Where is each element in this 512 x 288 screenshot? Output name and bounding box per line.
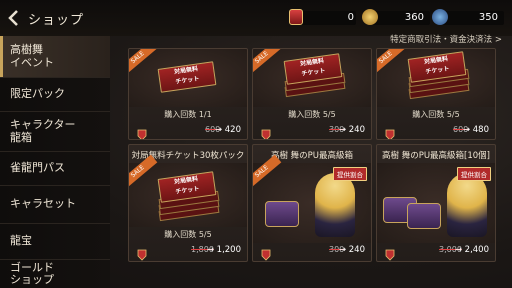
- shop-card-ticket-3[interactable]: 対局無料 チケット SALE 購入回数 5/5 600 → 480: [376, 48, 496, 140]
- shop-card-pu-box[interactable]: 高樹 舞のPU最高級箱 SALE 提供割合 300 → 240: [252, 144, 372, 262]
- card-image: 対局無料 チケット: [129, 163, 247, 227]
- purchase-count: 購入回数 5/5: [412, 110, 460, 119]
- sale-price: → 2,400: [454, 245, 489, 255]
- purchase-count: 購入回数 5/5: [164, 230, 212, 239]
- sale-price-value: 240: [348, 245, 365, 255]
- sale-price-value: 480: [472, 125, 489, 135]
- ticket-text: 対局無料 チケット: [173, 175, 200, 196]
- shop-card-pu-box-10[interactable]: 高樹 舞のPU最高級箱[10個] 提供割合 3,000 → 2,400: [376, 144, 496, 262]
- gem-icon: [261, 126, 271, 139]
- drop-rate-badge[interactable]: 提供割合: [333, 167, 367, 181]
- sidebar-item-character-box[interactable]: キャラクター 龍箱: [0, 112, 110, 152]
- chest-icon: [407, 203, 441, 229]
- currency-value-jade: 350: [478, 12, 498, 23]
- page-title: ショップ: [28, 13, 85, 28]
- ticket-text: 対局無料 チケット: [423, 55, 450, 76]
- sale-price: → 240: [338, 125, 365, 135]
- ticket-icon: 対局無料 チケット: [157, 61, 217, 93]
- shop-card-ticket-2[interactable]: 対局無料 チケット SALE 購入回数 5/5 300 → 240: [252, 48, 372, 140]
- purchase-count: 購入回数 5/5: [288, 110, 336, 119]
- sidebar-item-pass[interactable]: 雀龍門パス: [0, 152, 110, 186]
- currency-value-coin: 360: [404, 12, 424, 23]
- sale-price-value: 420: [224, 125, 241, 135]
- shop-card-ticket-1[interactable]: 対局無料 チケット SALE 購入回数 1/1 600 → 420: [128, 48, 248, 140]
- gem-icon: [385, 246, 395, 261]
- chest-icon: [265, 201, 299, 227]
- price-row: 300 → 240: [253, 245, 371, 261]
- sale-price: → 1,200: [206, 245, 241, 255]
- currency-value-gem: 0: [347, 12, 354, 23]
- gem-icon: [137, 126, 147, 139]
- sale-price-value: 2,400: [464, 245, 489, 255]
- shop-screen: ショップ 0 360 350 特定商取引法・資金決済法 > 高樹舞 イベント 限…: [0, 0, 512, 288]
- shop-card-ticket-30-pack[interactable]: 対局無料チケット30枚パック 対局無料 チケット SALE 購入回数 5/5 1…: [128, 144, 248, 262]
- character-portrait: [315, 173, 355, 237]
- gem-icon: [261, 246, 271, 261]
- price-row: 1,800 → 1,200: [129, 245, 247, 261]
- price-row: 300 → 240: [253, 125, 371, 139]
- top-bar: ショップ 0 360 350: [0, 0, 512, 36]
- ticket-text: 対局無料 チケット: [173, 65, 200, 86]
- card-title: 高樹 舞のPU最高級箱[10個]: [382, 151, 490, 161]
- sale-price: → 480: [462, 125, 489, 135]
- sale-price: → 420: [214, 125, 241, 135]
- character-portrait: [447, 173, 487, 237]
- sidebar-item-gold-shop[interactable]: ゴールド ショップ: [0, 260, 110, 288]
- sidebar-item-ryuho[interactable]: 龍宝: [0, 224, 110, 260]
- card-image: 対局無料 チケット: [129, 49, 247, 107]
- sidebar-item-chara-set[interactable]: キャラセット: [0, 186, 110, 224]
- card-image: 対局無料 チケット: [377, 49, 495, 107]
- card-image: 対局無料 チケット: [253, 49, 371, 107]
- legal-info-link[interactable]: 特定商取引法・資金決済法 >: [390, 33, 502, 45]
- price-row: 3,000 → 2,400: [377, 245, 495, 261]
- ticket-text: 対局無料 チケット: [299, 57, 326, 78]
- sale-price-value: 240: [348, 125, 365, 135]
- sale-price: → 240: [338, 245, 365, 255]
- purchase-count: 購入回数 1/1: [164, 110, 212, 119]
- sidebar-item-limited-pack[interactable]: 限定パック: [0, 78, 110, 112]
- sale-price-value: 1,200: [216, 245, 241, 255]
- gem-icon: [385, 126, 395, 139]
- price-row: 600 → 480: [377, 125, 495, 139]
- sidebar-item-event[interactable]: 高樹舞 イベント: [0, 36, 110, 78]
- gem-icon: [137, 246, 147, 261]
- drop-rate-badge[interactable]: 提供割合: [457, 167, 491, 181]
- category-sidebar: 高樹舞 イベント 限定パック キャラクター 龍箱 雀龍門パス キャラセット 龍宝…: [0, 36, 110, 288]
- price-row: 600 → 420: [129, 125, 247, 139]
- back-arrow-icon[interactable]: [6, 9, 22, 27]
